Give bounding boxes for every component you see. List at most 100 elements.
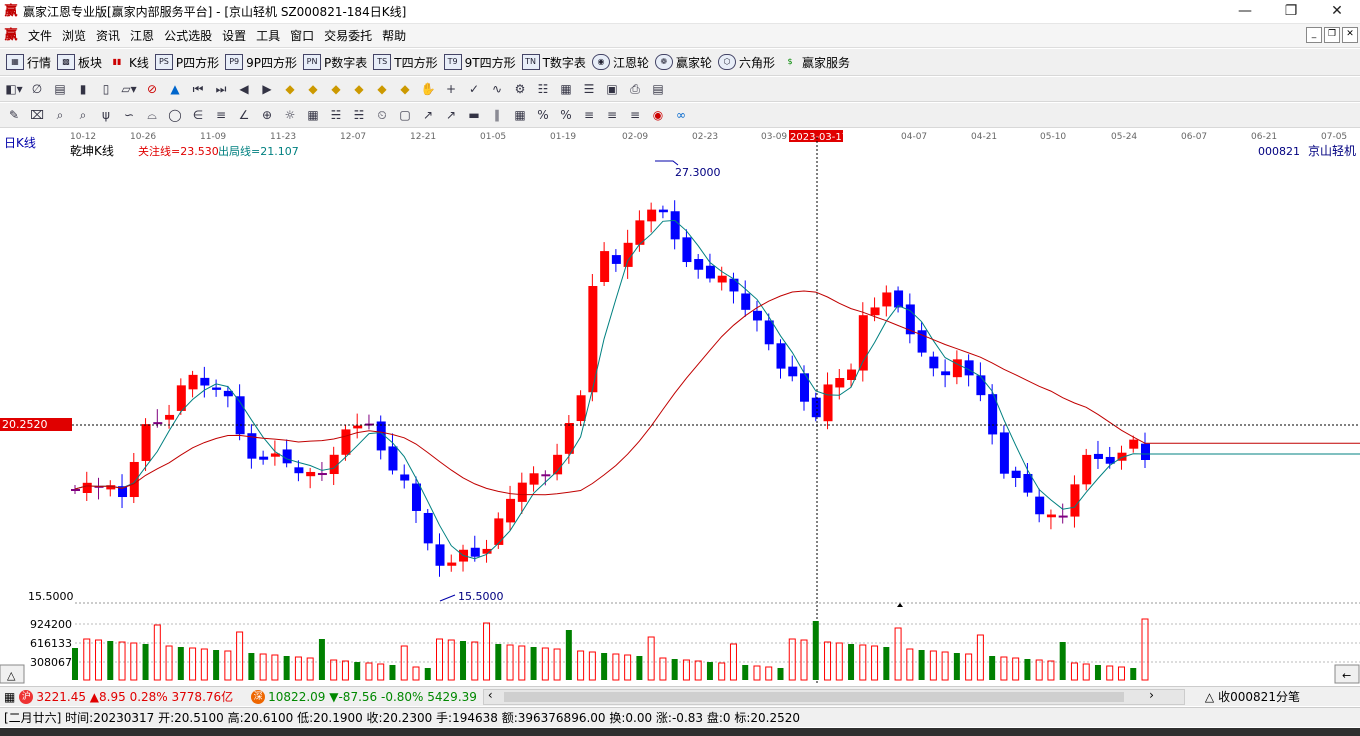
document-icon[interactable]: ▤ [51,80,69,98]
pencil-icon[interactable]: ✎ [5,106,23,124]
calendar-icon[interactable]: ☷ [534,80,552,98]
toolbar-gann-wheel[interactable]: ◉ 江恩轮 [591,54,649,71]
export-icon[interactable]: ▤ [649,80,667,98]
time-icon[interactable]: ⏲ [373,106,391,124]
box-icon[interactable]: ▢ [396,106,414,124]
curve-icon[interactable]: ∽ [120,106,138,124]
levels-2-icon[interactable]: ≡ [603,106,621,124]
menu-tools[interactable]: 工具 [251,27,285,44]
kline-chart[interactable]: 10-12 10-26 11-09 11-23 12-07 12-21 01-05 01-19… [0,129,1360,685]
print-icon[interactable]: ⎙ [626,80,644,98]
scroll-left-icon[interactable]: ‹ [488,688,493,702]
percent-icon[interactable]: % [534,106,552,124]
sphere-icon[interactable]: ⊕ [258,106,276,124]
circle-icon[interactable]: ◯ [166,106,184,124]
trend-icon[interactable]: ↗ [419,106,437,124]
table-grid-icon[interactable]: ▦ [511,106,529,124]
diamond-5-icon[interactable]: ◆ [373,80,391,98]
bars-2-icon[interactable]: ☵ [350,106,368,124]
trend-2-icon[interactable]: ↗ [442,106,460,124]
levels-3-icon[interactable]: ≡ [626,106,644,124]
percent-2-icon[interactable]: % [557,106,575,124]
grid-tool-icon[interactable]: ⌧ [28,106,46,124]
menu-browse[interactable]: 浏览 [57,27,91,44]
gann-fan-icon[interactable]: ⌕ [51,106,69,124]
mdi-close-button[interactable]: ✕ [1342,27,1358,43]
menu-window[interactable]: 窗口 [285,27,319,44]
fib-icon[interactable]: ≡ [212,106,230,124]
scroll-right-arrow-icon[interactable]: › [1149,688,1154,702]
marker-icon[interactable]: ▲ [166,80,184,98]
menu-help[interactable]: 帮助 [377,27,411,44]
candle-body [941,371,951,376]
menu-formula[interactable]: 公式选股 [159,27,217,44]
prev-icon[interactable]: ◀ [235,80,253,98]
indicator-icon[interactable]: ∅ [28,80,46,98]
toolbar-ts[interactable]: TS T四方形 [373,54,438,71]
infinity-icon[interactable]: ∞ [672,106,690,124]
close-button[interactable]: ✕ [1314,0,1360,24]
diamond-2-icon[interactable]: ◆ [304,80,322,98]
pitch-icon[interactable]: ⌓ [143,106,161,124]
horizontal-scrollbar[interactable]: ‹ › [482,688,1185,705]
toolbar-tn[interactable]: TN T数字表 [521,54,586,71]
maximize-button[interactable]: ❐ [1268,0,1314,24]
menu-trade[interactable]: 交易委托 [319,27,377,44]
angle-icon[interactable]: ∠ [235,106,253,124]
last-icon[interactable]: ⏭ [212,80,230,98]
diamond-6-icon[interactable]: ◆ [396,80,414,98]
menu-gann[interactable]: 江恩 [125,27,159,44]
toolbar-ps[interactable]: PS P四方形 [154,54,219,71]
scrollbar-thumb[interactable] [503,691,1124,702]
candle-select-icon[interactable]: ▱▾ [120,80,138,98]
menu-info[interactable]: 资讯 [91,27,125,44]
menu-settings[interactable]: 设置 [217,27,251,44]
parallel-icon[interactable]: ∥ [488,106,506,124]
cycle-icon[interactable]: ∈ [189,106,207,124]
ruler-icon[interactable]: ▬ [465,106,483,124]
toolbar-kline[interactable]: ▮▮ K线 [108,54,149,71]
crosshair-icon[interactable]: + [442,80,460,98]
calc-icon[interactable]: ▦ [557,80,575,98]
toolbar-sectors[interactable]: ▩ 板块 [57,54,102,71]
chart-area[interactable]: 10-12 10-26 11-09 11-23 12-07 12-21 01-05 01-19… [0,129,1360,685]
toolbar-p9[interactable]: P9 9P四方形 [225,54,297,71]
menu-file[interactable]: 文件 [23,27,57,44]
tick-text[interactable]: 收000821分笔 [1218,688,1300,705]
period-select-icon[interactable]: ◧▾ [5,80,23,98]
fork-icon[interactable]: ψ [97,106,115,124]
next-icon[interactable]: ▶ [258,80,276,98]
list-icon[interactable]: ☰ [580,80,598,98]
mdi-minimize-button[interactable]: _ [1306,27,1322,43]
diamond-4-icon[interactable]: ◆ [350,80,368,98]
diamond-1-icon[interactable]: ◆ [281,80,299,98]
toolbar-pn[interactable]: PN P数字表 [303,54,367,71]
toolbar-quotes[interactable]: ▦ 行情 [6,54,51,71]
hand-icon[interactable]: ✋ [419,80,437,98]
pen-icon[interactable]: ✓ [465,80,483,98]
save-icon[interactable]: ▣ [603,80,621,98]
chart-line-icon[interactable]: ∿ [488,80,506,98]
tool-icon[interactable]: ⚙ [511,80,529,98]
square-grid-icon[interactable]: ▦ [304,106,322,124]
sun-icon[interactable]: ☼ [281,106,299,124]
minimize-button[interactable]: — [1222,0,1268,24]
candle-body [176,385,186,411]
candles-2-icon[interactable]: ▯ [97,80,115,98]
volume-bar [118,641,126,681]
grid-icon[interactable]: ▦ [4,690,15,704]
gann-fan-2-icon[interactable]: ⌕ [74,106,92,124]
diamond-3-icon[interactable]: ◆ [327,80,345,98]
toolbar-hexagon[interactable]: ⬡ 六角形 [717,54,775,71]
first-icon[interactable]: ⏮ [189,80,207,98]
toolbar-t9[interactable]: T9 9T四方形 [443,54,516,71]
candles-icon[interactable]: ▮ [74,80,92,98]
toolbar-service[interactable]: $ 赢家服务 [781,54,850,71]
ma-lines [74,219,1360,560]
levels-icon[interactable]: ≡ [580,106,598,124]
toolbar-winner-wheel[interactable]: ❁ 赢家轮 [654,54,712,71]
color-wheel-icon[interactable]: ◉ [649,106,667,124]
bars-icon[interactable]: ☵ [327,106,345,124]
stop-icon[interactable]: ⊘ [143,80,161,98]
mdi-restore-button[interactable]: ❐ [1324,27,1340,43]
